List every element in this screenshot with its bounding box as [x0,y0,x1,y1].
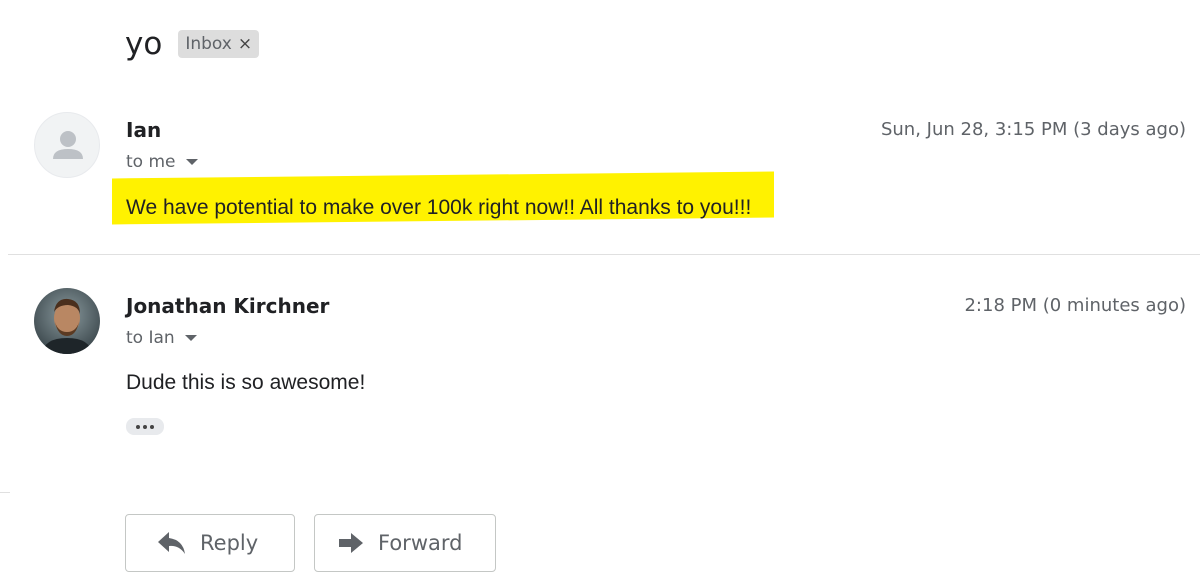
thread-subject: yo [125,26,163,62]
recipient-details-toggle[interactable]: to me [126,152,198,172]
sender-name[interactable]: Ian [126,118,161,142]
subject-row: yo Inbox × [125,24,260,64]
reply-button[interactable]: Reply [125,514,295,572]
avatar[interactable] [34,288,100,354]
remove-label-icon[interactable]: × [238,34,252,54]
recipient-details-toggle[interactable]: to Ian [126,328,197,348]
message-timestamp: 2:18 PM (0 minutes ago) [964,295,1186,316]
inbox-label-chip[interactable]: Inbox × [178,30,260,58]
recipient-text: to Ian [126,328,175,348]
ellipsis-icon [136,424,140,429]
section-divider [0,492,10,493]
reply-arrow-icon [158,532,185,554]
chevron-down-icon [185,159,198,165]
sender-name[interactable]: Jonathan Kirchner [126,294,329,318]
message-body: We have potential to make over 100k righ… [126,196,752,219]
forward-label: Forward [378,531,463,555]
reply-label: Reply [200,531,259,555]
show-trimmed-content-button[interactable] [126,418,164,435]
forward-button[interactable]: Forward [314,514,496,572]
email-thread-view: yo Inbox × Ian Sun, Jun 28, 3:15 PM (3 d… [0,0,1200,588]
recipient-text: to me [126,152,176,172]
message-divider [8,254,1200,255]
label-text: Inbox [185,34,232,54]
forward-arrow-icon [339,533,363,553]
profile-photo-icon [34,288,100,354]
chevron-down-icon [184,335,197,341]
default-avatar-icon[interactable] [34,112,100,178]
message-timestamp: Sun, Jun 28, 3:15 PM (3 days ago) [880,119,1186,140]
message-body: Dude this is so awesome! [126,371,366,394]
